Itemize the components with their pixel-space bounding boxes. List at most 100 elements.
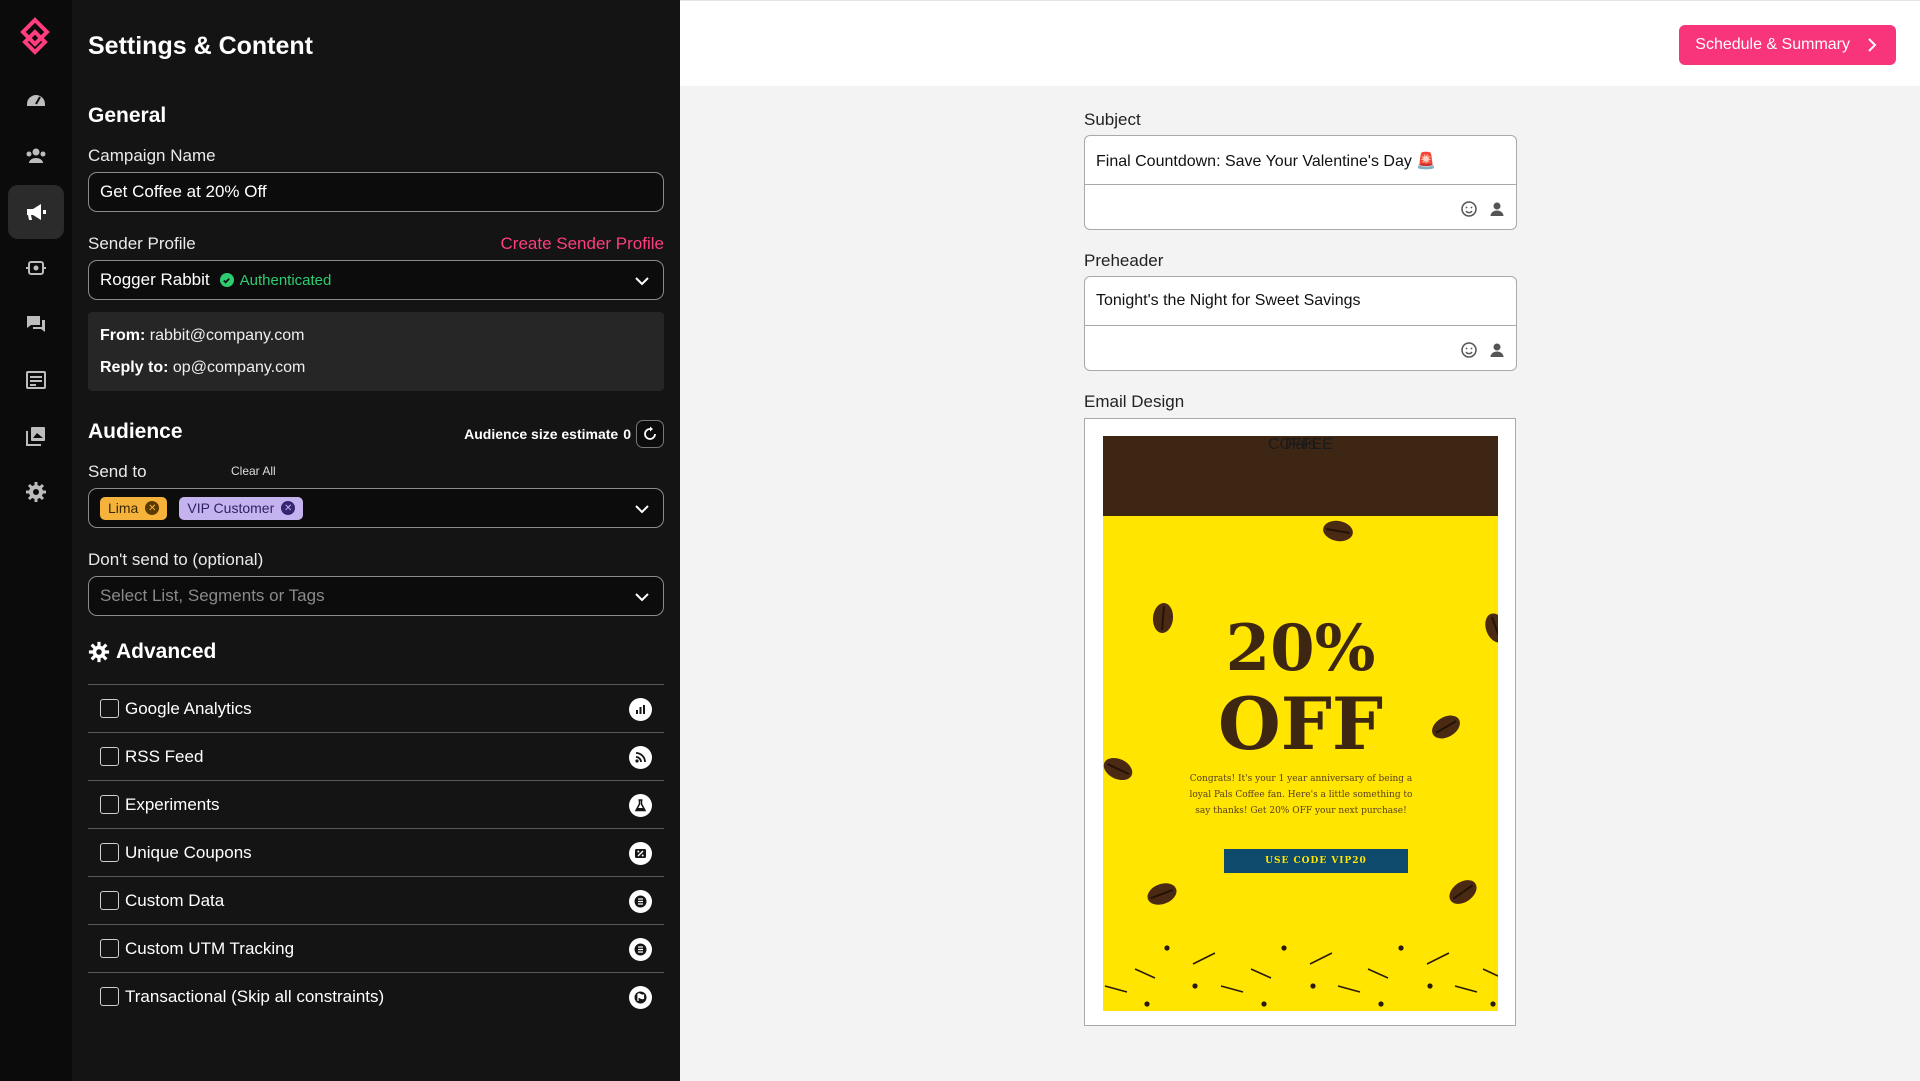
nav-messages-icon[interactable] bbox=[8, 297, 64, 351]
use-code-button: USE CODE VIP20 bbox=[1224, 849, 1408, 873]
flask-icon bbox=[629, 794, 652, 817]
personalization-icon[interactable] bbox=[1488, 341, 1506, 359]
chevron-down-icon[interactable] bbox=[633, 500, 651, 518]
checkbox[interactable] bbox=[100, 891, 119, 910]
option-experiments[interactable]: Experiments bbox=[88, 780, 664, 828]
subject-input[interactable]: Final Countdown: Save Your Valentine's D… bbox=[1085, 136, 1516, 185]
schedule-summary-label: Schedule & Summary bbox=[1695, 36, 1850, 53]
email-design-preview[interactable]: Pals COFFEE 20% OFF Congrats! It's your … bbox=[1084, 418, 1516, 1026]
subject-field[interactable]: Final Countdown: Save Your Valentine's D… bbox=[1084, 135, 1517, 230]
settings-panel: Settings & Content General Campaign Name… bbox=[72, 0, 680, 1081]
option-unique-coupons[interactable]: Unique Coupons bbox=[88, 828, 664, 876]
audience-estimate-value: 0 bbox=[623, 426, 631, 442]
option-label: Custom Data bbox=[125, 890, 225, 910]
checkbox[interactable] bbox=[100, 747, 119, 766]
nav-forms-icon[interactable] bbox=[8, 353, 64, 407]
option-transactional[interactable]: Transactional (Skip all constraints) bbox=[88, 972, 664, 1020]
audience-size-estimate: Audience size estimate 0 bbox=[464, 420, 664, 448]
clear-all-link[interactable]: Clear All bbox=[231, 464, 276, 478]
option-custom-utm-tracking[interactable]: Custom UTM Tracking bbox=[88, 924, 664, 972]
subject-label: Subject bbox=[1084, 110, 1141, 129]
list-icon bbox=[629, 890, 652, 913]
confetti-pattern-icon bbox=[1104, 945, 1498, 1007]
flag-icon bbox=[629, 986, 652, 1009]
sender-profile-select[interactable]: Rogger Rabbit Authenticated bbox=[88, 260, 664, 300]
nav-campaigns-icon[interactable] bbox=[8, 185, 64, 239]
option-label: Transactional (Skip all constraints) bbox=[125, 986, 385, 1006]
option-rss-feed[interactable]: RSS Feed bbox=[88, 732, 664, 780]
headline-off: OFF bbox=[1218, 681, 1383, 766]
checkbox[interactable] bbox=[100, 843, 119, 862]
audience-estimate-label: Audience size estimate bbox=[464, 426, 619, 442]
advanced-section-title: Advanced bbox=[88, 640, 216, 664]
send-to-select[interactable]: Lima ✕ VIP Customer ✕ bbox=[88, 488, 664, 528]
option-label: Experiments bbox=[125, 794, 220, 814]
check-circle-icon bbox=[219, 273, 234, 287]
email-header: Pals COFFEE bbox=[1103, 436, 1498, 516]
schedule-summary-button[interactable]: Schedule & Summary bbox=[1679, 25, 1896, 65]
create-sender-profile-link[interactable]: Create Sender Profile bbox=[501, 234, 664, 254]
campaign-name-value: Get Coffee at 20% Off bbox=[100, 182, 267, 201]
reply-to-label: Reply to: bbox=[100, 359, 169, 376]
email-design-label: Email Design bbox=[1084, 392, 1185, 411]
nav-dashboard-icon[interactable] bbox=[8, 73, 64, 127]
audience-section-title: Audience bbox=[88, 420, 183, 443]
from-label: From: bbox=[100, 327, 146, 344]
checkbox[interactable] bbox=[100, 939, 119, 958]
chevron-right-icon bbox=[1868, 38, 1877, 52]
refresh-icon[interactable] bbox=[636, 420, 664, 448]
checkbox[interactable] bbox=[100, 987, 119, 1006]
advanced-title-text: Advanced bbox=[116, 640, 217, 663]
from-email: rabbit@company.com bbox=[149, 327, 305, 344]
nav-contacts-icon[interactable] bbox=[8, 129, 64, 183]
chevron-down-icon[interactable] bbox=[633, 588, 651, 606]
sender-details: From: rabbit@company.com Reply to: op@co… bbox=[88, 312, 664, 391]
nav-media-icon[interactable] bbox=[8, 409, 64, 463]
option-custom-data[interactable]: Custom Data bbox=[88, 876, 664, 924]
checkbox[interactable] bbox=[100, 795, 119, 814]
list-icon bbox=[629, 938, 652, 961]
option-label: Unique Coupons bbox=[125, 842, 252, 862]
campaign-name-label: Campaign Name bbox=[88, 146, 216, 165]
authenticated-label: Authenticated bbox=[239, 271, 332, 289]
option-google-analytics[interactable]: Google Analytics bbox=[88, 684, 664, 732]
remove-tag-icon[interactable]: ✕ bbox=[145, 501, 160, 515]
sender-profile-label: Sender Profile bbox=[88, 234, 196, 253]
email-preview-canvas: Pals COFFEE 20% OFF Congrats! It's your … bbox=[1103, 436, 1498, 1011]
checkbox[interactable] bbox=[100, 699, 119, 718]
top-bar: Schedule & Summary bbox=[680, 0, 1920, 86]
app-logo-icon[interactable] bbox=[16, 16, 54, 56]
rss-icon bbox=[629, 746, 652, 769]
dont-send-to-placeholder: Select List, Segments or Tags bbox=[100, 586, 325, 605]
emoji-icon[interactable] bbox=[1460, 341, 1478, 359]
emoji-icon[interactable] bbox=[1460, 200, 1478, 218]
nav-settings-icon[interactable] bbox=[8, 465, 64, 519]
email-body-text: Congrats! It's your 1 year anniversary o… bbox=[1189, 774, 1413, 816]
nav-automation-icon[interactable] bbox=[8, 241, 64, 295]
personalization-icon[interactable] bbox=[1488, 200, 1506, 218]
dont-send-to-label: Don't send to (optional) bbox=[88, 550, 264, 569]
bar-chart-icon bbox=[629, 698, 652, 721]
coffee-bean-decoration bbox=[1444, 875, 1482, 909]
remove-tag-icon[interactable]: ✕ bbox=[281, 501, 296, 515]
tag-chip-vip-customer: VIP Customer ✕ bbox=[179, 496, 304, 520]
authenticated-badge: Authenticated bbox=[219, 271, 332, 289]
preheader-field[interactable]: Tonight's the Night for Sweet Savings bbox=[1084, 276, 1517, 371]
campaign-name-input[interactable]: Get Coffee at 20% Off bbox=[88, 172, 664, 212]
preheader-input[interactable]: Tonight's the Night for Sweet Savings bbox=[1085, 277, 1516, 326]
reply-to-email: op@company.com bbox=[172, 359, 306, 376]
headline-percent: 20% bbox=[1225, 611, 1376, 686]
preheader-label: Preheader bbox=[1084, 251, 1164, 270]
coupon-icon bbox=[629, 842, 652, 865]
option-label: Custom UTM Tracking bbox=[125, 938, 295, 958]
option-label: Google Analytics bbox=[125, 698, 252, 718]
sender-name: Rogger Rabbit bbox=[100, 270, 210, 289]
app-rail bbox=[0, 0, 72, 1081]
tag-chip-lima: Lima ✕ bbox=[100, 496, 168, 520]
dont-send-to-select[interactable]: Select List, Segments or Tags bbox=[88, 576, 664, 616]
gear-icon bbox=[88, 641, 110, 663]
advanced-options-list: Google Analytics RSS Feed Experiments Un… bbox=[88, 684, 664, 1020]
tag-chip-label: VIP Customer bbox=[187, 500, 275, 516]
coffee-bean-decoration bbox=[1321, 518, 1355, 544]
chevron-down-icon[interactable] bbox=[633, 272, 651, 290]
